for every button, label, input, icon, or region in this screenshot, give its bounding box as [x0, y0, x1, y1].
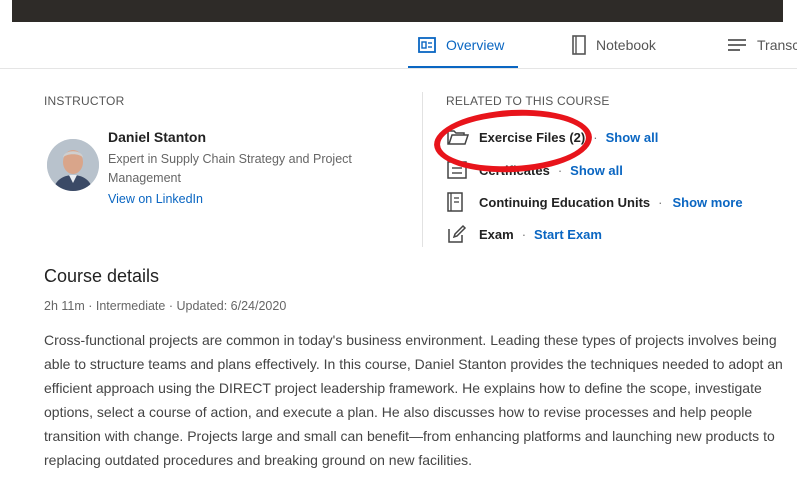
start-exam-link[interactable]: Start Exam	[534, 227, 602, 242]
instructor-title: Expert in Supply Chain Strategy and Proj…	[108, 152, 352, 185]
instructor-name[interactable]: Daniel Stanton	[108, 129, 206, 145]
transcript-icon	[728, 38, 746, 51]
avatar-photo	[47, 139, 99, 191]
course-details-meta: 2h 11m · Intermediate · Updated: 6/24/20…	[44, 299, 287, 313]
ceu-label: Continuing Education Units	[479, 194, 651, 210]
ceu-document-icon	[447, 192, 469, 212]
tab-bar: Overview Notebook Transc	[0, 22, 797, 69]
video-player-strip	[0, 0, 797, 22]
exam-label: Exam	[479, 226, 514, 242]
separator-dot: ·	[521, 226, 527, 242]
notebook-icon	[572, 34, 586, 55]
tab-transcript-label: Transc	[757, 36, 797, 53]
exam-pencil-icon	[447, 224, 469, 244]
tab-transcript[interactable]: Transc	[727, 22, 797, 67]
tab-notebook-label: Notebook	[596, 36, 656, 53]
certificates-show-all-link[interactable]: Show all	[570, 163, 623, 178]
view-on-linkedin-link[interactable]: View on LinkedIn	[108, 192, 203, 206]
section-divider	[422, 92, 423, 247]
tab-notebook[interactable]: Notebook	[572, 22, 656, 67]
tab-overview[interactable]: Overview	[407, 22, 519, 68]
tab-overview-label: Overview	[446, 36, 505, 53]
instructor-avatar[interactable]	[47, 139, 99, 191]
exercise-files-show-all-link[interactable]: Show all	[606, 130, 659, 145]
separator-dot: ·	[593, 129, 598, 145]
course-details-title: Course details	[44, 266, 160, 286]
related-section-label: RELATED TO THIS COURSE	[446, 94, 610, 108]
overview-icon	[418, 36, 436, 53]
instructor-section-label: INSTRUCTOR	[44, 94, 125, 108]
related-item-ceu: Continuing Education Units · Show more	[447, 191, 743, 213]
separator-dot: ·	[658, 194, 663, 210]
related-item-exam: Exam · Start Exam	[447, 223, 602, 245]
separator-dot: ·	[557, 162, 563, 178]
ceu-show-more-link[interactable]: Show more	[673, 195, 743, 210]
course-description: Cross-functional projects are common in …	[44, 332, 783, 468]
